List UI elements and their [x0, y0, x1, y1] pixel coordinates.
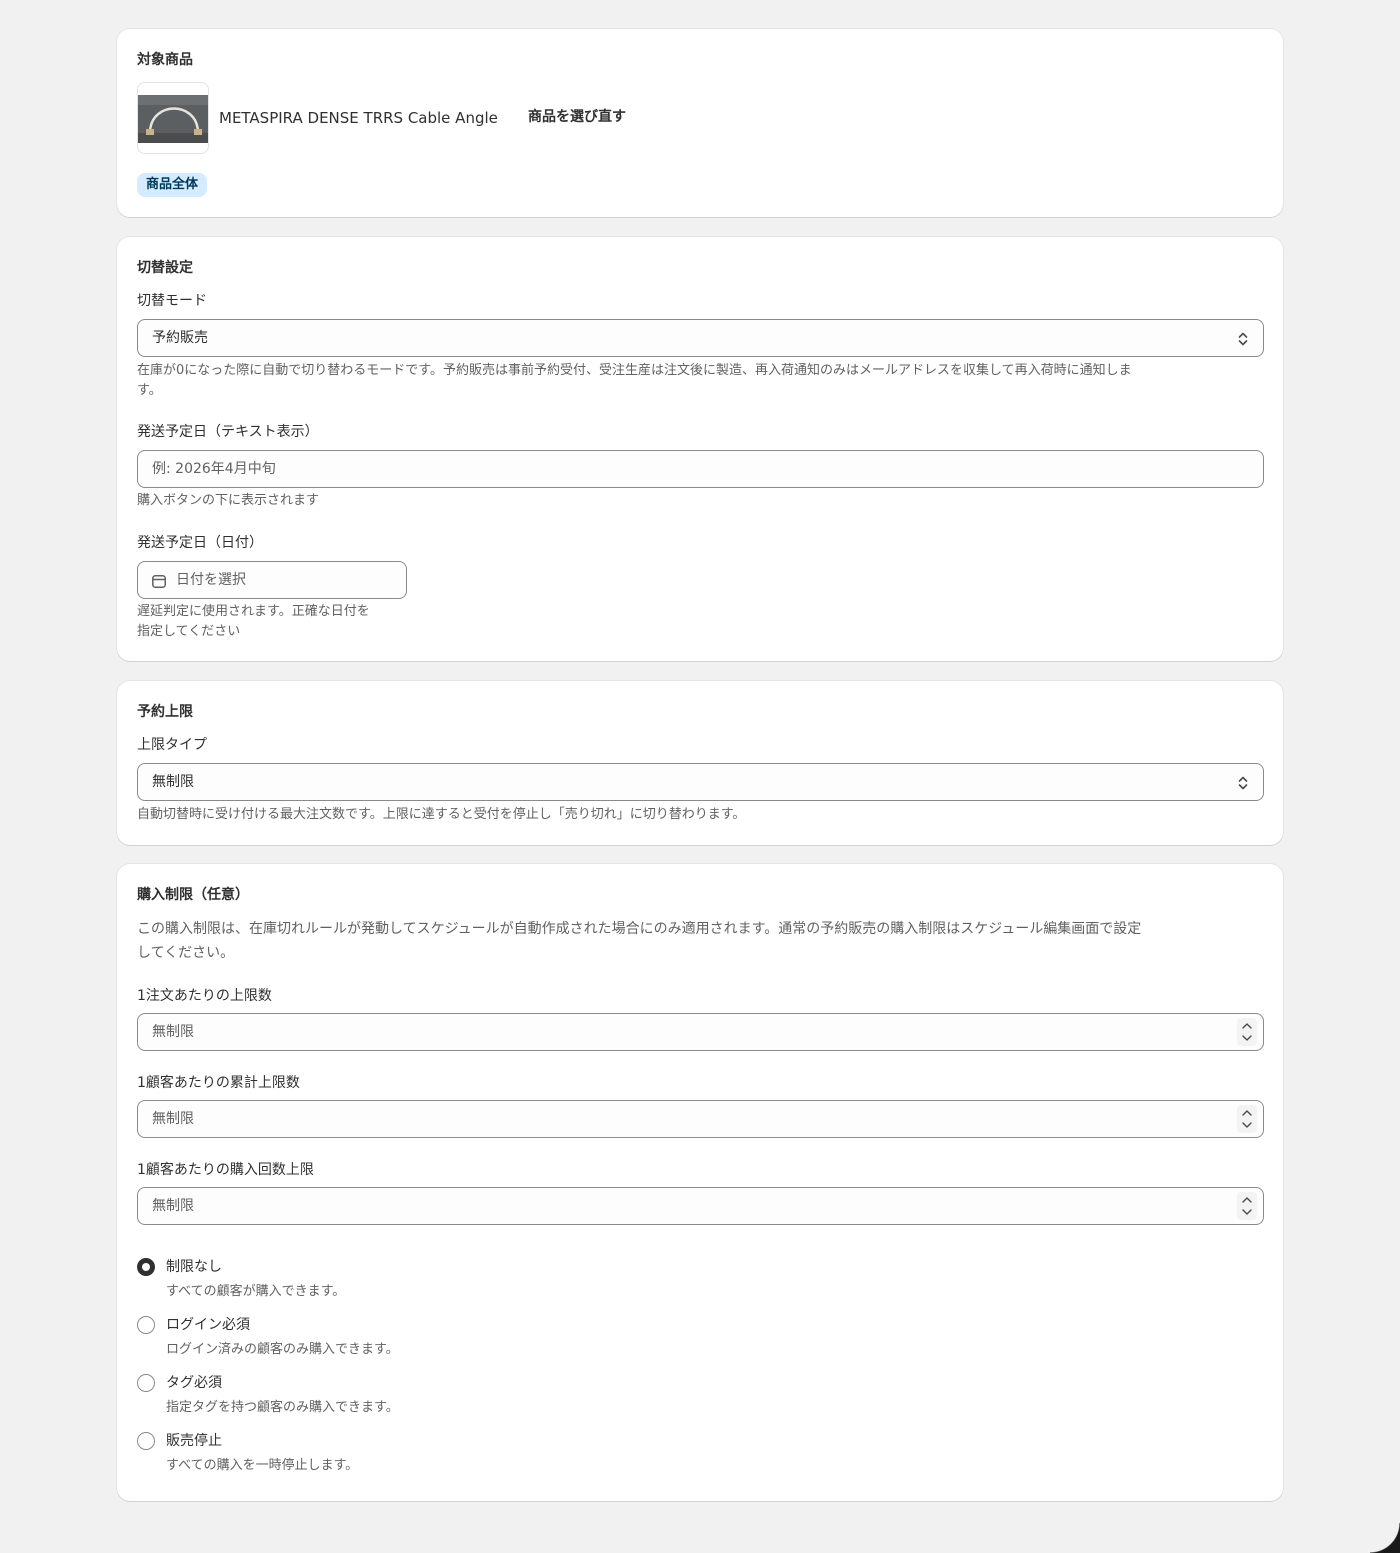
- access-option-stop-help: すべての購入を一時停止します。: [166, 1458, 359, 1473]
- access-option-stop-label: 販売停止: [166, 1433, 222, 1449]
- access-option-login[interactable]: ログイン必須 ログイン済みの顧客のみ購入できます。: [137, 1315, 537, 1361]
- access-option-login-label: ログイン必須: [166, 1317, 250, 1333]
- spinner-icon[interactable]: [1237, 1105, 1257, 1133]
- reservation-limit-title: 予約上限: [137, 704, 193, 720]
- product-image: [138, 95, 208, 143]
- purchase-limit-description: この購入制限は、在庫切れルールが発動してスケジュールが自動作成された場合にのみ適…: [137, 917, 1264, 965]
- reservation-limit-card: 予約上限 上限タイプ 無制限 自動切替時に受け付ける最大注文数です。上限に達する…: [117, 681, 1283, 845]
- product-thumbnail: [137, 82, 209, 154]
- per-customer-count-input[interactable]: 無制限: [137, 1187, 1264, 1225]
- calendar-icon: [152, 575, 166, 588]
- ship-date-picker[interactable]: 日付を選択: [137, 561, 407, 599]
- switch-mode-help: 在庫が0になった際に自動で切り替わるモードです。予約販売は事前予約受付、受注生産…: [137, 361, 1264, 401]
- access-option-tag-help: 指定タグを持つ顧客のみ購入できます。: [166, 1400, 399, 1415]
- switch-mode-value: 予約販売: [152, 330, 208, 346]
- purchase-limit-description-line1: この購入制限は、在庫切れルールが発動してスケジュールが自動作成された場合にのみ適…: [137, 921, 1142, 937]
- spinner-icon[interactable]: [1237, 1018, 1257, 1046]
- radio-button[interactable]: [137, 1316, 155, 1334]
- per-customer-count-label: 1顧客あたりの購入回数上限: [137, 1162, 314, 1178]
- window-corner: [1370, 1523, 1400, 1553]
- reselect-product-button[interactable]: 商品を選び直す: [528, 107, 626, 127]
- limit-type-help: 自動切替時に受け付ける最大注文数です。上限に達すると受付を停止し「売り切れ」に切…: [137, 807, 746, 822]
- access-option-stop[interactable]: 販売停止 すべての購入を一時停止します。: [137, 1431, 537, 1477]
- select-chevron-icon: [1238, 332, 1248, 346]
- target-product-title: 対象商品: [137, 52, 193, 68]
- scope-badge: 商品全体: [137, 173, 208, 197]
- switch-mode-help-line2: す。: [137, 383, 162, 398]
- per-customer-count-placeholder: 無制限: [152, 1198, 194, 1214]
- access-option-none-help: すべての顧客が購入できます。: [166, 1284, 346, 1299]
- ship-date-placeholder: 日付を選択: [176, 572, 246, 588]
- purchase-limit-description-line2: してください。: [137, 945, 235, 961]
- ship-text-label: 発送予定日（テキスト表示）: [137, 424, 319, 440]
- per-customer-total-placeholder: 無制限: [152, 1111, 194, 1127]
- switch-mode-label: 切替モード: [137, 293, 207, 309]
- access-option-login-help: ログイン済みの顧客のみ購入できます。: [166, 1342, 399, 1357]
- limit-type-value: 無制限: [152, 774, 194, 790]
- ship-date-help-line2: 指定してください: [137, 624, 241, 639]
- ship-text-input[interactable]: 例: 2026年4月中旬: [137, 450, 1264, 488]
- limit-type-select[interactable]: 無制限: [137, 763, 1264, 801]
- ship-text-help: 購入ボタンの下に表示されます: [137, 493, 320, 508]
- ship-date-help: 遅延判定に使用されます。正確な日付を 指定してください: [137, 602, 370, 642]
- product-name: METASPIRA DENSE TRRS Cable Angle: [219, 109, 498, 127]
- spinner-icon[interactable]: [1237, 1192, 1257, 1220]
- per-order-limit-label: 1注文あたりの上限数: [137, 988, 272, 1004]
- per-customer-total-label: 1顧客あたりの累計上限数: [137, 1075, 300, 1091]
- radio-button[interactable]: [137, 1374, 155, 1392]
- target-product-card: 対象商品 METASPIRA DENSE TRRS Cable Angle 商品…: [117, 29, 1283, 217]
- per-order-limit-placeholder: 無制限: [152, 1024, 194, 1040]
- ship-date-label: 発送予定日（日付）: [137, 535, 263, 551]
- ship-text-placeholder: 例: 2026年4月中旬: [152, 461, 276, 477]
- ship-date-help-line1: 遅延判定に使用されます。正確な日付を: [137, 604, 370, 619]
- switch-settings-card: 切替設定 切替モード 予約販売 在庫が0になった際に自動で切り替わるモードです。…: [117, 237, 1283, 661]
- radio-button[interactable]: [137, 1432, 155, 1450]
- switch-mode-help-line1: 在庫が0になった際に自動で切り替わるモードです。予約販売は事前予約受付、受注生産…: [137, 363, 1132, 378]
- per-customer-total-input[interactable]: 無制限: [137, 1100, 1264, 1138]
- page: 対象商品 METASPIRA DENSE TRRS Cable Angle 商品…: [0, 0, 1400, 1553]
- switch-settings-title: 切替設定: [137, 260, 193, 276]
- radio-button-checked[interactable]: [137, 1258, 155, 1276]
- access-option-none-label: 制限なし: [166, 1259, 222, 1275]
- access-option-tag[interactable]: タグ必須 指定タグを持つ顧客のみ購入できます。: [137, 1373, 537, 1419]
- purchase-limit-title: 購入制限（任意）: [137, 887, 249, 903]
- access-option-tag-label: タグ必須: [166, 1375, 222, 1391]
- select-chevron-icon: [1238, 776, 1248, 790]
- per-order-limit-input[interactable]: 無制限: [137, 1013, 1264, 1051]
- switch-mode-select[interactable]: 予約販売: [137, 319, 1264, 357]
- access-option-none[interactable]: 制限なし すべての顧客が購入できます。: [137, 1257, 537, 1303]
- limit-type-label: 上限タイプ: [137, 737, 207, 753]
- purchase-limit-card: 購入制限（任意） この購入制限は、在庫切れルールが発動してスケジュールが自動作成…: [117, 864, 1283, 1501]
